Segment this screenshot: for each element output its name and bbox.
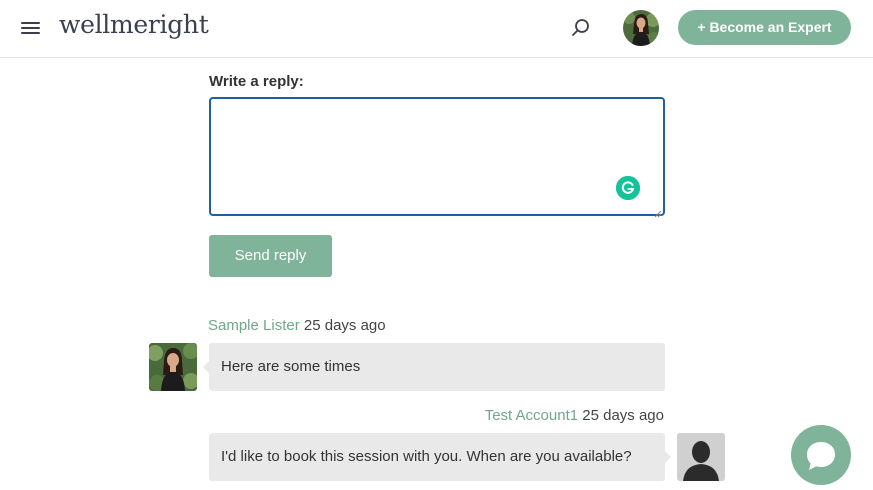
site-logo[interactable]: wellmeright xyxy=(59,10,209,39)
message-time: 25 days ago xyxy=(582,407,664,424)
message-avatar[interactable] xyxy=(149,343,197,391)
hamburger-menu-icon[interactable] xyxy=(21,19,41,37)
reply-textarea[interactable] xyxy=(209,97,665,216)
message-time: 25 days ago xyxy=(303,317,386,334)
message-bubble: Here are some times xyxy=(203,343,665,391)
message-meta: Test Account1 25 days ago xyxy=(485,407,664,424)
send-reply-button[interactable]: Send reply xyxy=(209,235,332,277)
message-bubble: I'd like to book this session with you. … xyxy=(209,433,671,481)
resize-handle-icon[interactable] xyxy=(654,205,662,218)
reply-label: Write a reply: xyxy=(209,73,304,90)
default-avatar-icon[interactable] xyxy=(677,433,725,481)
become-expert-button[interactable]: + Become an Expert xyxy=(678,10,851,45)
top-header: wellmeright + Become an Expert xyxy=(0,0,873,58)
search-icon[interactable] xyxy=(570,17,592,39)
chat-widget-icon[interactable] xyxy=(791,425,851,485)
user-avatar[interactable] xyxy=(623,10,659,46)
message-meta: Sample Lister 25 days ago xyxy=(208,317,386,334)
message-author-link[interactable]: Test Account1 xyxy=(485,407,578,424)
message-author-link[interactable]: Sample Lister xyxy=(208,317,300,334)
grammarly-icon[interactable] xyxy=(616,176,640,200)
